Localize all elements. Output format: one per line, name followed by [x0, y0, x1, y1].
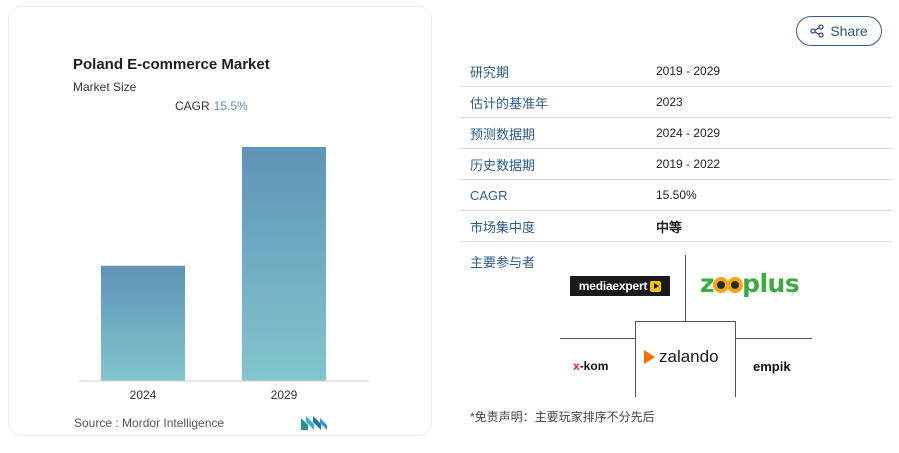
- share-button-label: Share: [830, 23, 868, 39]
- mediaexpert-logo-text: mediaexpert: [578, 279, 648, 293]
- bar-2024: [101, 265, 185, 381]
- source-note: Source : Mordor Intelligence: [74, 416, 225, 430]
- info-row-value: 2019 - 2022: [656, 157, 721, 171]
- info-row-label: CAGR: [470, 187, 508, 203]
- xkom-logo-x: x: [573, 359, 580, 373]
- share-button[interactable]: Share: [796, 16, 882, 46]
- bar-chart: 2024 2029: [79, 147, 369, 402]
- zooplus-logo: z plus: [700, 269, 800, 298]
- page-root: Poland E-commerce Market Market Size CAG…: [0, 0, 899, 453]
- zooplus-logo-text-start: z: [700, 269, 715, 298]
- x-tick-label: 2029: [271, 388, 298, 402]
- bar-2029: [242, 147, 326, 381]
- info-row: 市场集中度 中等: [460, 211, 892, 242]
- info-row-label: 估计的基准年: [470, 95, 549, 111]
- info-row-label: 研究期: [470, 64, 510, 80]
- info-row-value: 中等: [656, 219, 683, 235]
- info-row: 研究期 2019 - 2029: [460, 56, 892, 87]
- eye-icon: [727, 277, 744, 293]
- info-row: CAGR 15.50%: [460, 180, 892, 211]
- zooplus-logo-text-end: plus: [742, 269, 800, 298]
- info-row-label: 历史数据期: [470, 157, 536, 173]
- zalando-play-icon: [644, 350, 655, 364]
- info-row: 历史数据期 2019 - 2022: [460, 149, 892, 180]
- info-row-label: 预测数据期: [470, 126, 536, 142]
- info-row-value: 2019 - 2029: [656, 64, 721, 78]
- play-icon: [650, 280, 662, 292]
- x-tick-label: 2024: [130, 388, 157, 402]
- info-row: 估计的基准年 2023: [460, 87, 892, 118]
- info-row-value: 15.50%: [656, 188, 697, 202]
- market-info-table: 研究期 2019 - 2029 估计的基准年 2023 预测数据期 2024 - 2029…: [460, 56, 892, 242]
- empik-logo: empik: [753, 359, 791, 374]
- divider: [736, 338, 812, 339]
- xkom-logo: x-kom: [573, 359, 608, 373]
- mediaexpert-logo: mediaexpert: [570, 276, 670, 296]
- xkom-logo-text: -kom: [579, 359, 609, 373]
- info-row: 预测数据期 2024 - 2029: [460, 118, 892, 149]
- info-row-value: 2024 - 2029: [656, 126, 721, 140]
- zalando-logo-text: zalando: [659, 347, 719, 366]
- info-row-label: 市场集中度: [470, 219, 536, 235]
- zalando-logo: zalando: [644, 347, 719, 367]
- key-players-grid: mediaexpert z plus x-kom zalando empik: [560, 255, 812, 400]
- disclaimer-note: *免责声明：主要玩家排序不分先后: [470, 410, 655, 424]
- market-size-chart-card: Poland E-commerce Market Market Size CAG…: [8, 6, 432, 436]
- mordor-intelligence-logo-icon: [301, 416, 327, 430]
- share-icon: [810, 24, 824, 38]
- key-players-label: 主要参与者: [470, 255, 536, 270]
- divider: [685, 255, 686, 321]
- info-row-value: 2023: [656, 95, 683, 109]
- divider: [560, 338, 635, 339]
